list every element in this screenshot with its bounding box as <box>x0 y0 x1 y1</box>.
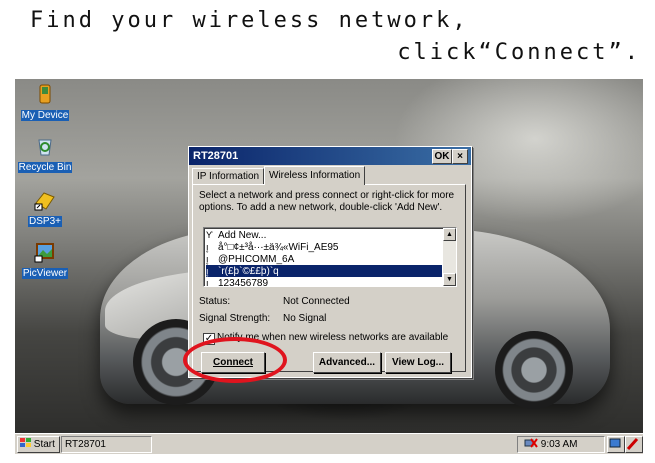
start-label: Start <box>33 439 55 450</box>
network-disconnected-icon[interactable] <box>524 437 538 449</box>
ok-button[interactable]: OK <box>432 149 452 164</box>
pen-icon <box>626 437 639 451</box>
desktop-icon-label: Recycle Bin <box>17 162 73 173</box>
advanced-button[interactable]: Advanced... <box>313 352 381 373</box>
dialog-title: RT28701 <box>193 150 239 162</box>
instruction-caption: Find your wireless network, click“Connec… <box>0 0 655 80</box>
desktop-icon-label: My Device <box>20 110 70 121</box>
desktop: My Device Recycle Bin DSP3+ PicViewer RT… <box>15 79 643 433</box>
network-list-scrollbar[interactable]: ▲ ▼ <box>443 228 456 286</box>
tab-ip-information[interactable]: IP Information <box>192 168 265 185</box>
view-log-button[interactable]: View Log... <box>385 352 451 373</box>
scroll-down-arrow-icon[interactable]: ▼ <box>443 273 456 286</box>
taskbar-item-rt28701[interactable]: RT28701 <box>61 436 152 453</box>
my-device-icon <box>39 84 51 104</box>
recycle-bin-icon <box>38 139 52 156</box>
caption-line-1: Find your wireless network, <box>30 8 469 33</box>
list-item-network[interactable]: ı̥ 123456789 <box>206 277 442 287</box>
network-name: å°□¢±³å···±ä¾«WiFi_AE95 <box>218 242 339 253</box>
desktop-icon-picviewer[interactable]: PicViewer <box>15 241 75 281</box>
signal-strength-label: Signal Strength: <box>199 313 271 324</box>
status-label: Status: <box>199 296 231 307</box>
taskbar: Start RT28701 9:03 AM <box>15 433 643 454</box>
system-tray: 9:03 AM <box>517 436 605 453</box>
desktop-icon <box>609 438 621 448</box>
status-value: Not Connected <box>283 296 350 307</box>
desktop-icon-dsp3[interactable]: DSP3+ <box>15 189 75 229</box>
list-item-network-selected[interactable]: ı̥ `r(£þ`©££þ)`q <box>206 265 442 277</box>
network-list[interactable]: Ƴ Add New... ı̥ å°□¢±³å···±ä¾«WiFi_AE95 ı̥… <box>203 227 457 287</box>
scroll-up-arrow-icon[interactable]: ▲ <box>443 228 456 241</box>
signal-icon: ı̥ <box>206 278 209 287</box>
desktop-icon-label: DSP3+ <box>28 216 62 227</box>
desktop-icon-label: PicViewer <box>21 268 69 279</box>
instruction-text: Select a network and press connect or ri… <box>199 190 455 213</box>
windows-flag-icon <box>20 438 31 447</box>
wallpaper-rear-wheel <box>495 331 573 409</box>
signal-icon: ı̥ <box>206 242 209 252</box>
network-name: `r(£þ`©££þ)`q <box>218 266 279 277</box>
tab-wireless-information[interactable]: Wireless Information <box>264 166 366 185</box>
antenna-icon: Ƴ <box>206 230 213 240</box>
signal-strength-value: No Signal <box>283 313 327 324</box>
dsp3-shortcut-icon <box>34 192 55 211</box>
connect-highlight-oval <box>183 337 287 383</box>
caption-line-2: click“Connect”. <box>397 40 641 65</box>
list-item-add-new[interactable]: Ƴ Add New... <box>206 229 442 241</box>
network-name: 123456789 <box>218 278 269 287</box>
desktop-icon-recycle-bin[interactable]: Recycle Bin <box>15 135 75 175</box>
list-item-network[interactable]: ı̥ @PHICOMM_6A <box>206 253 442 265</box>
desktop-switch-icon[interactable] <box>607 436 625 453</box>
network-name: @PHICOMM_6A <box>218 254 295 265</box>
picviewer-icon <box>34 243 54 263</box>
input-panel-icon[interactable] <box>625 436 643 453</box>
dialog-title-bar[interactable]: RT28701 OK × <box>189 147 471 165</box>
desktop-icon-my-device[interactable]: My Device <box>15 83 75 123</box>
signal-icon: ı̥ <box>206 254 209 264</box>
network-name: Add New... <box>218 230 267 241</box>
start-button[interactable]: Start <box>17 436 60 453</box>
clock: 9:03 AM <box>540 439 578 450</box>
signal-icon: ı̥ <box>206 266 209 276</box>
close-button[interactable]: × <box>452 149 468 164</box>
list-item-network[interactable]: ı̥ å°□¢±³å···±ä¾«WiFi_AE95 <box>206 241 442 253</box>
